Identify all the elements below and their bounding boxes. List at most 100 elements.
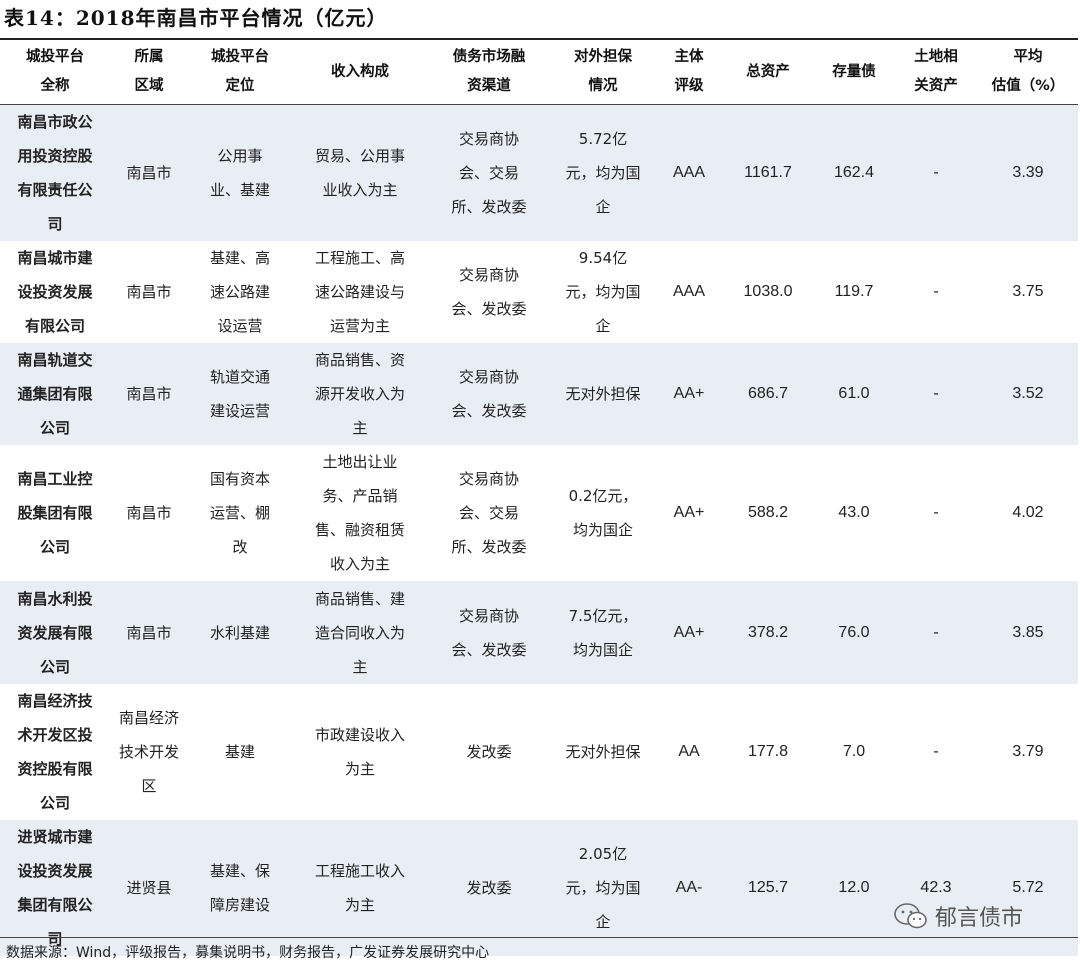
watermark-text: 郁言债市 xyxy=(935,906,1024,931)
cell-position: 国有资本运营、棚改 xyxy=(188,445,292,581)
cell-text: 国有资本运营、棚改 xyxy=(209,470,270,556)
header-text: 对外担保 xyxy=(574,49,632,65)
cell-text: 61.0 xyxy=(838,385,870,402)
header-text: 主体 xyxy=(674,49,704,65)
cell-text: 南昌城市建设投资发展有限公司 xyxy=(17,249,93,335)
cell-text: 公用事业、基建 xyxy=(209,147,270,199)
table-row: 南昌经济技术开发区投资控股有限公司 南昌经济技术开发区 基建 市政建设收入为主 发改委 无… xyxy=(0,684,1078,820)
cell-name: 南昌经济技术开发区投资控股有限公司 xyxy=(0,684,110,820)
header-cell: 土地相 关资产 xyxy=(894,40,978,105)
cell-valuation: 5.72 xyxy=(978,820,1078,956)
header-text: 定位 xyxy=(225,78,255,94)
header-cell: 收入构成 xyxy=(292,40,428,105)
cell-rating: AA xyxy=(656,684,722,820)
cell-text: 162.4 xyxy=(833,164,875,181)
cell-position: 基建、保障房建设 xyxy=(188,820,292,956)
cell-channel: 交易商协会、发改委 xyxy=(428,241,550,343)
cell-text: - xyxy=(933,164,939,181)
cell-text: 2.05亿元，均为国企 xyxy=(565,845,641,931)
cell-text: 3.75 xyxy=(1012,283,1044,300)
header-cell: 平均估值（%） xyxy=(978,40,1078,105)
cell-text: 43.0 xyxy=(838,504,870,521)
cell-text: 7.5亿元，均为国企 xyxy=(568,606,638,659)
header-row: 城投平台 全称 所属 区域 城投平台 定位 收入构成 债务市场融 资渠道 对外担保 情况 主体 评级 总资… xyxy=(0,40,1078,105)
cell-text: 南昌经济技术开发区投资控股有限公司 xyxy=(17,692,93,812)
cell-text: 商品销售、建造合同收入为主 xyxy=(314,589,405,676)
cell-valuation: 3.79 xyxy=(978,684,1078,820)
cell-valuation: 3.85 xyxy=(978,581,1078,684)
cell-rating: AAA xyxy=(656,241,722,343)
header-text: 平均 xyxy=(1013,49,1043,65)
cell-debt: 119.7 xyxy=(814,241,894,343)
cell-assets: 1038.0 xyxy=(722,241,814,343)
cell-land: 42.3 xyxy=(894,820,978,956)
cell-position: 水利基建 xyxy=(188,581,292,684)
cell-text: 686.7 xyxy=(747,385,789,402)
cell-text: 5.72亿元，均为国企 xyxy=(565,130,641,216)
cell-name: 南昌水利投资发展有限公司 xyxy=(0,581,110,684)
cell-income: 工程施工收入为主 xyxy=(292,820,428,956)
cell-assets: 125.7 xyxy=(722,820,814,956)
cell-text: 76.0 xyxy=(838,623,870,641)
header-text: 区域 xyxy=(134,78,164,94)
cell-debt: 12.0 xyxy=(814,820,894,956)
cell-text: 南昌市 xyxy=(126,164,172,182)
cell-debt: 61.0 xyxy=(814,343,894,445)
table-title: 表14：2018年南昌市平台情况（亿元） xyxy=(4,6,388,30)
cell-text: 无对外担保 xyxy=(565,743,641,761)
header-cell: 债务市场融 资渠道 xyxy=(428,40,550,105)
header-text: 土地相 xyxy=(914,49,958,65)
cell-valuation: 3.75 xyxy=(978,241,1078,343)
cell-text: 市政建设收入为主 xyxy=(314,726,405,778)
cell-text: 南昌轨道交通集团有限公司 xyxy=(17,351,93,437)
table-row: 南昌市政公用投资控股有限责任公司 南昌市 公用事业、基建 贸易、公用事业收入为主 交易商… xyxy=(0,104,1078,241)
header-text: 关资产 xyxy=(914,78,958,94)
cell-assets: 177.8 xyxy=(722,684,814,820)
cell-text: AAA xyxy=(672,283,705,300)
cell-text: 基建、保障房建设 xyxy=(209,862,270,914)
table-row: 进贤城市建设投资发展集团有限公司 进贤县 基建、保障房建设 工程施工收入为主 发改委 2.… xyxy=(0,820,1078,956)
cell-assets: 588.2 xyxy=(722,445,814,581)
cell-text: 交易商协会、发改委 xyxy=(451,368,527,420)
cell-income: 商品销售、建造合同收入为主 xyxy=(292,581,428,684)
table-row: 南昌轨道交通集团有限公司 南昌市 轨道交通建设运营 商品销售、资源开发收入为主 交易商协… xyxy=(0,343,1078,445)
header-cell: 存量债 xyxy=(814,40,894,105)
cell-land: - xyxy=(894,581,978,684)
cell-region: 南昌市 xyxy=(110,445,188,581)
cell-text: 1161.7 xyxy=(744,164,792,181)
cell-land: - xyxy=(894,343,978,445)
cell-text: 南昌市 xyxy=(126,385,172,403)
cell-text: 3.39 xyxy=(1012,164,1044,181)
header-cell: 主体 评级 xyxy=(656,40,722,105)
cell-channel: 发改委 xyxy=(428,820,550,956)
header-text: 所属 xyxy=(134,49,164,65)
header-text: 估值（%） xyxy=(991,78,1065,94)
cell-text: 4.02 xyxy=(1012,504,1044,521)
cell-rating: AA- xyxy=(656,820,722,956)
cell-text: 125.7 xyxy=(747,879,789,896)
cell-income: 土地出让业务、产品销售、融资租赁收入为主 xyxy=(292,445,428,581)
cell-text: 南昌经济技术开发区 xyxy=(118,709,179,795)
cell-text: 交易商协会、交易所、发改委 xyxy=(451,470,527,556)
cell-text: 进贤县 xyxy=(126,879,172,897)
cell-text: 基建、高速公路建设运营 xyxy=(209,249,270,335)
cell-land: - xyxy=(894,241,978,343)
cell-channel: 交易商协会、发改委 xyxy=(428,343,550,445)
header-text: 全称 xyxy=(40,78,70,94)
cell-guarantee: 0.2亿元，均为国企 xyxy=(550,445,656,581)
table-row: 南昌工业控股集团有限公司 南昌市 国有资本运营、棚改 土地出让业务、产品销售、融资租赁… xyxy=(0,445,1078,581)
cell-text: 1038.0 xyxy=(743,283,793,300)
header-text: 债务市场融 xyxy=(452,49,526,65)
cell-text: 7.0 xyxy=(842,743,866,760)
cell-rating: AA+ xyxy=(656,445,722,581)
cell-guarantee: 9.54亿元，均为国企 xyxy=(550,241,656,343)
cell-channel: 交易商协会、交易所、发改委 xyxy=(428,445,550,581)
cell-text: - xyxy=(933,504,939,521)
header-text: 城投平台 xyxy=(211,49,269,65)
wechat-icon xyxy=(894,903,927,929)
cell-region: 南昌市 xyxy=(110,343,188,445)
header-text: 评级 xyxy=(674,78,704,94)
cell-text: AA+ xyxy=(673,385,705,402)
source-note: 数据来源：Wind，评级报告，募集说明书，财务报告，广发证券发展研究中心 xyxy=(6,945,490,961)
cell-position: 基建 xyxy=(188,684,292,820)
